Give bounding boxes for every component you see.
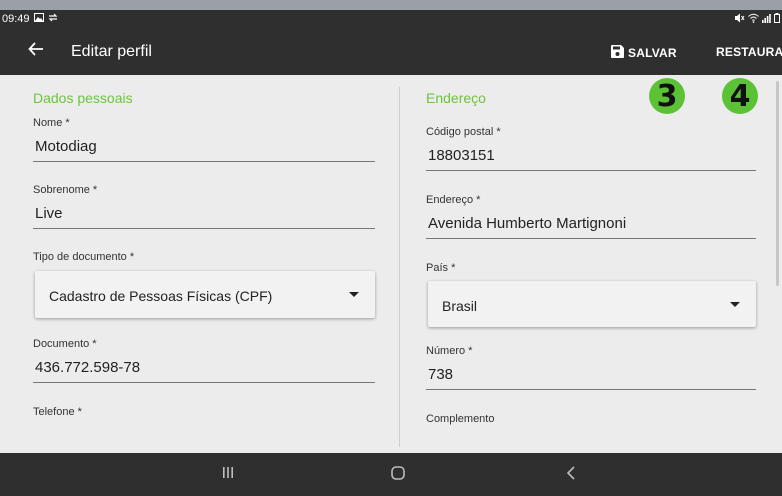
status-time: 09:49	[2, 13, 30, 25]
system-nav-bar	[0, 453, 782, 496]
recent-apps-button[interactable]	[221, 465, 235, 484]
last-name-label: Sobrenome *	[33, 184, 98, 196]
page-title: Editar perfil	[71, 43, 152, 60]
street-label: Endereço *	[426, 194, 481, 206]
doc-type-label: Tipo de documento *	[33, 251, 135, 263]
save-label: SALVAR	[628, 46, 677, 60]
country-select[interactable]: Brasil	[428, 281, 756, 327]
battery-icon	[774, 13, 780, 26]
first-name-underline	[33, 161, 375, 162]
last-name-underline	[33, 228, 375, 229]
profile-form: Dados pessoais Nome * Motodiag Sobrenome…	[0, 75, 782, 453]
image-icon	[33, 13, 44, 25]
back-nav-button[interactable]	[565, 465, 577, 486]
address-section-title: Endereço	[426, 90, 486, 106]
mute-icon	[734, 13, 745, 26]
status-right	[734, 13, 780, 26]
step-badge-4: 4	[722, 78, 758, 114]
number-label: Número *	[426, 345, 473, 357]
doc-type-value: Cadastro de Pessoas Físicas (CPF)	[49, 288, 273, 304]
sync-icon	[48, 13, 58, 25]
number-input[interactable]: 738	[428, 366, 453, 383]
postal-code-label: Código postal *	[426, 126, 501, 138]
save-button[interactable]: SALVAR	[611, 45, 677, 61]
street-underline	[426, 238, 756, 239]
country-label: País *	[426, 262, 456, 274]
signal-icon	[762, 13, 771, 26]
floppy-disk-icon	[611, 45, 624, 61]
first-name-label: Nome *	[33, 117, 70, 129]
number-underline	[426, 389, 756, 390]
country-value: Brasil	[442, 298, 478, 314]
back-arrow-icon[interactable]	[28, 39, 44, 61]
column-divider	[399, 87, 400, 447]
postal-code-input[interactable]: 18803151	[428, 147, 495, 164]
device-screen: 09:49 Editar perfil SALVAR RESTAURA Dado…	[0, 10, 782, 496]
step-badge-3: 3	[649, 78, 685, 114]
app-bar: Editar perfil SALVAR RESTAURA	[0, 28, 782, 75]
restore-label: RESTAURA	[716, 45, 782, 59]
document-label: Documento *	[33, 338, 97, 350]
postal-code-underline	[426, 170, 756, 171]
document-input[interactable]: 436.772.598-78	[35, 359, 140, 376]
complement-label: Complemento	[426, 413, 495, 425]
last-name-input[interactable]: Live	[35, 205, 63, 222]
street-input[interactable]: Avenida Humberto Martignoni	[428, 215, 626, 232]
dropdown-arrow-icon	[349, 292, 359, 297]
restore-button[interactable]: RESTAURA	[716, 45, 782, 59]
first-name-input[interactable]: Motodiag	[35, 138, 97, 155]
home-button[interactable]	[390, 465, 406, 486]
doc-type-select[interactable]: Cadastro de Pessoas Físicas (CPF)	[35, 271, 375, 318]
status-bar: 09:49	[0, 10, 782, 28]
status-left: 09:49	[2, 13, 58, 25]
document-underline	[33, 382, 375, 383]
dropdown-arrow-icon	[730, 302, 740, 307]
personal-section-title: Dados pessoais	[33, 90, 133, 106]
wifi-icon	[748, 13, 759, 26]
phone-label: Telefone *	[33, 406, 82, 418]
scrollbar-thumb[interactable]	[776, 81, 779, 286]
